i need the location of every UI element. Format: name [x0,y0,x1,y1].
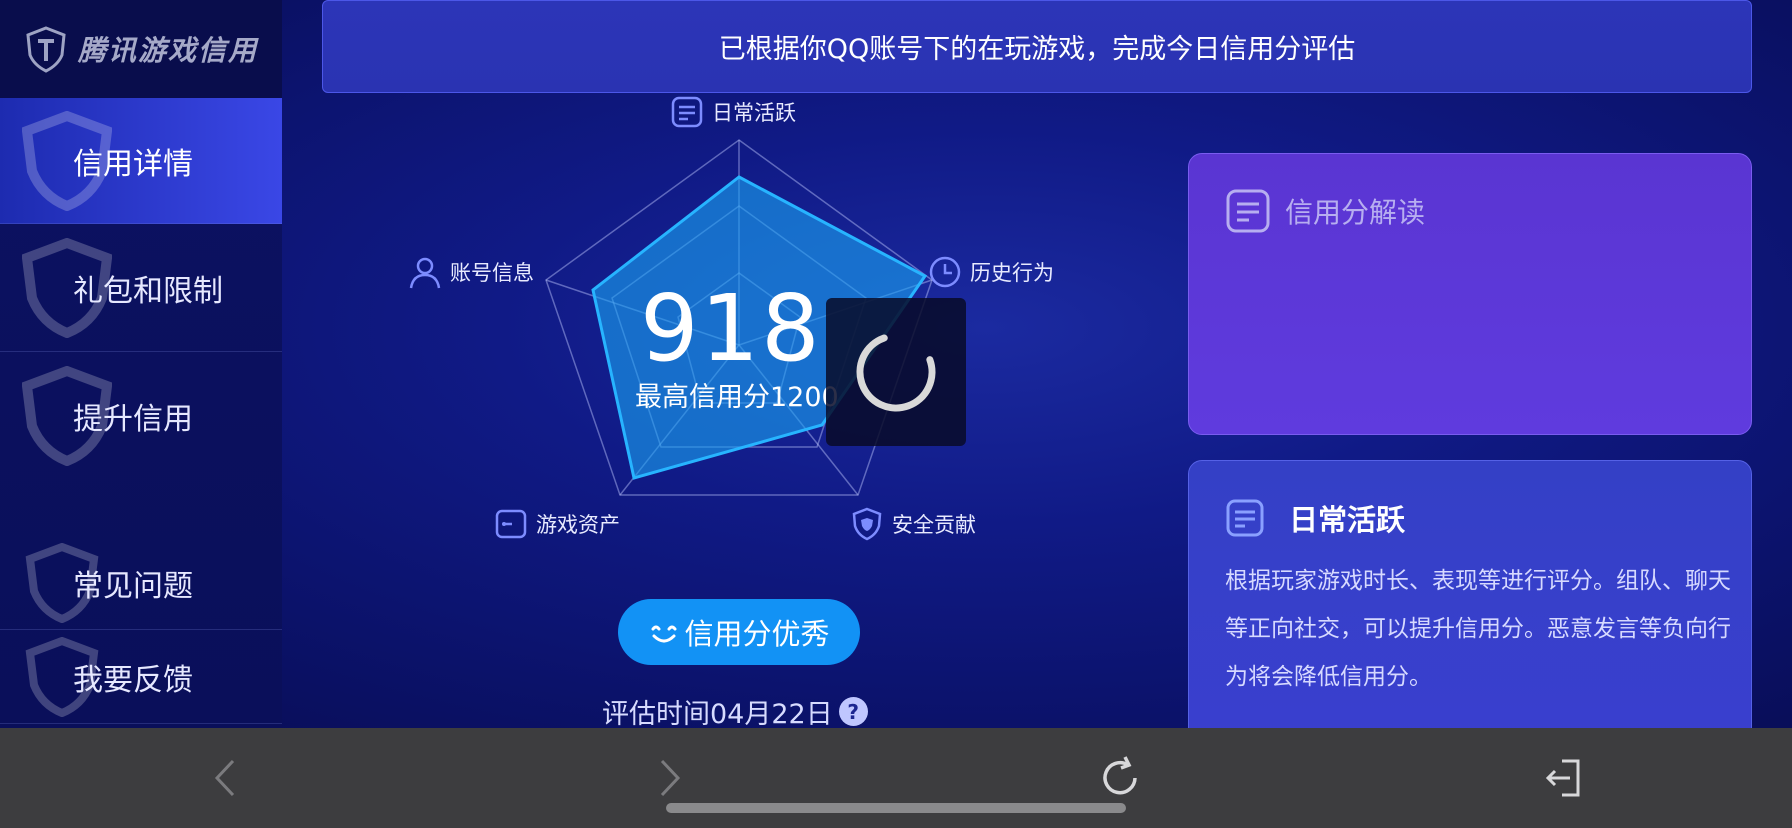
evaluation-time: 评估时间04月22日 ? [602,692,868,728]
sidebar-item-credit-details[interactable]: 信用详情 [0,98,282,224]
radar-axis-label: 日常活跃 [712,101,796,125]
home-indicator[interactable] [666,803,1126,813]
score-interpretation-card: 信用分解读 [1188,153,1752,435]
card-title: 信用分解读 [1285,196,1426,229]
loading-spinner-icon [856,332,936,412]
sidebar-item-feedback[interactable]: 我要反馈 [0,630,282,724]
smile-icon [651,625,677,643]
chevron-right-icon [660,759,681,797]
card-header: 信用分解读 [1225,188,1425,234]
credit-rating-button[interactable]: 信用分优秀 [618,599,860,665]
clock-icon [929,256,961,288]
card-title: 日常活跃 [1289,503,1406,537]
sidebar-item-label: 提升信用 [73,402,193,437]
brand-logo-icon [26,26,66,73]
brand-name: 腾讯游戏信用 [78,34,259,67]
wallet-icon [495,509,527,539]
user-icon [409,257,441,289]
sidebar-item-label: 信用详情 [73,146,193,182]
radar-axis-security[interactable]: 安全贡献 [850,507,976,541]
app-root: 腾讯游戏信用 信用详情 礼包和限制 提升信用 常见问题 我要反馈 已根据你QQ账… [0,0,1792,728]
radar-axis-label: 历史行为 [970,261,1054,285]
evaluation-time-text: 评估时间04月22日 [602,699,833,728]
sidebar-item-gifts-limits[interactable]: 礼包和限制 [0,224,282,352]
sidebar: 腾讯游戏信用 信用详情 礼包和限制 提升信用 常见问题 我要反馈 [0,0,282,728]
assessment-banner: 已根据你QQ账号下的在玩游戏，完成今日信用分评估 [322,0,1752,93]
radar-axis-label: 游戏资产 [536,513,620,537]
radar-axis-label: 安全贡献 [892,513,976,537]
radar-axis-history[interactable]: 历史行为 [928,255,1054,289]
refresh-icon [1103,756,1137,795]
sidebar-item-label: 礼包和限制 [73,273,223,309]
shield-icon [852,507,882,541]
exit-icon [1545,759,1580,797]
radar-axis-daily-active[interactable]: 日常活跃 [670,95,796,129]
radar-axis-account-info[interactable]: 账号信息 [408,255,534,289]
rating-label: 信用分优秀 [684,617,830,651]
chevron-left-icon [214,759,235,797]
back-button[interactable] [195,748,255,808]
card-header: 日常活跃 [1225,497,1405,539]
document-icon [671,96,703,128]
sidebar-item-faq[interactable]: 常见问题 [0,536,282,630]
sidebar-item-label: 我要反馈 [73,662,193,698]
radar-axis-game-assets[interactable]: 游戏资产 [494,507,620,541]
refresh-button[interactable] [1090,748,1150,808]
daily-active-detail-card: 日常活跃 根据玩家游戏时长、表现等进行评分。组队、聊天等正向社交，可以提升信用分… [1188,460,1752,728]
radar-axis-label: 账号信息 [450,261,534,285]
credit-radar-chart: 日常活跃 历史行为 安全贡献 游戏资产 账号信息 918 最高信用分1200 [390,95,1090,545]
sidebar-item-label: 常见问题 [73,568,193,604]
exit-button[interactable] [1533,748,1593,808]
loading-overlay [826,298,966,446]
card-description: 根据玩家游戏时长、表现等进行评分。组队、聊天等正向社交，可以提升信用分。恶意发言… [1225,568,1731,690]
document-icon [1226,189,1270,233]
max-score-text: 最高信用分1200 [635,382,839,413]
brand-header: 腾讯游戏信用 [0,0,282,98]
sidebar-item-improve-credit[interactable]: 提升信用 [0,352,282,480]
forward-button[interactable] [640,748,700,808]
bottom-navigation-bar [0,728,1792,828]
help-icon[interactable]: ? [838,697,868,726]
document-icon [1226,499,1264,537]
